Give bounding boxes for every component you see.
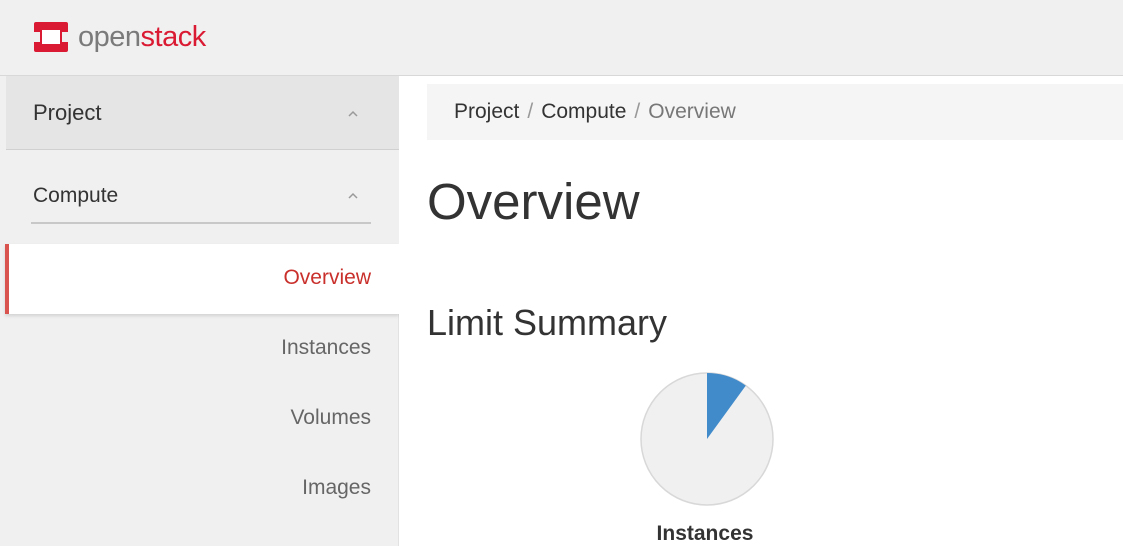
brand-prefix: open xyxy=(78,20,141,53)
sidebar-section-label: Project xyxy=(33,100,102,125)
brand-text: openstack xyxy=(78,21,206,54)
sidebar-section-project[interactable]: Project xyxy=(6,76,399,150)
pie-chart-svg xyxy=(640,372,774,506)
breadcrumb-separator: / xyxy=(527,100,534,123)
sidebar-item-label: Images xyxy=(302,476,371,499)
sidebar-item-images[interactable]: Images xyxy=(6,454,399,524)
page-title: Overview xyxy=(427,173,640,230)
breadcrumb: Project / Compute / Overview xyxy=(427,84,1123,140)
brand-suffix: stack xyxy=(140,20,207,53)
section-title-limit-summary: Limit Summary xyxy=(427,302,668,343)
breadcrumb-overview: Overview xyxy=(648,100,736,123)
sidebar-item-label: Volumes xyxy=(290,406,371,429)
sidebar-item-label: Instances xyxy=(281,336,371,359)
sidebar-subsection-compute[interactable]: Compute xyxy=(6,150,399,244)
chevron-up-icon xyxy=(348,192,358,199)
instances-pie-chart xyxy=(637,369,777,509)
top-navbar: openstack xyxy=(0,0,1123,76)
openstack-logo[interactable]: openstack xyxy=(32,20,206,54)
chevron-up-icon xyxy=(348,110,358,117)
sidebar-item-volumes[interactable]: Volumes xyxy=(6,384,399,454)
sidebar: Project Compute Overview Instances Volum… xyxy=(0,76,399,546)
breadcrumb-separator: / xyxy=(634,100,641,123)
breadcrumb-project[interactable]: Project xyxy=(454,100,519,124)
subsection-divider xyxy=(31,222,371,224)
sidebar-item-instances[interactable]: Instances xyxy=(6,314,399,384)
pie-chart-label: Instances xyxy=(656,522,754,545)
sidebar-item-label: Overview xyxy=(283,266,371,289)
sidebar-item-overview[interactable]: Overview xyxy=(5,244,399,314)
openstack-logo-icon xyxy=(34,22,68,52)
main-content: Project / Compute / Overview Overview Li… xyxy=(399,76,1123,546)
sidebar-subsection-label: Compute xyxy=(33,184,119,207)
breadcrumb-compute[interactable]: Compute xyxy=(541,100,626,124)
